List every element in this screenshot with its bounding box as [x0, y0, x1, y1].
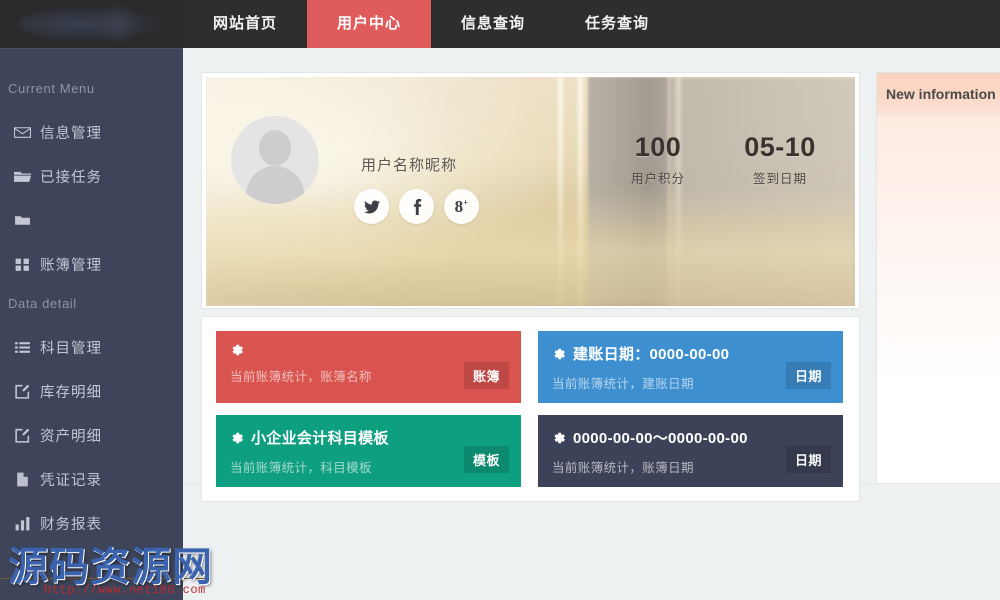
gear-icon — [230, 343, 244, 357]
nav-links: 网站首页 用户中心 信息查询 任务查询 — [183, 0, 679, 48]
stat-value: 100 — [617, 132, 699, 163]
stat-caption: 签到日期 — [739, 168, 821, 187]
tile-ledger-date-range[interactable]: 0000-00-00～0000-00-00 当前账簿统计，账簿日期 日期 — [538, 415, 843, 487]
sidebar-item-voucher-records[interactable]: 凭证记录 — [0, 457, 183, 501]
avatar-body-shape — [246, 166, 304, 204]
center-column: 用户名称昵称 8+ 100 用户积分 — [201, 72, 860, 502]
profile-hero-banner: 用户名称昵称 8+ 100 用户积分 — [206, 77, 855, 306]
sidebar-item-label: 科目管理 — [40, 337, 102, 358]
tile-ledger-name[interactable]: 当前账簿统计，账簿名称 账簿 — [216, 331, 521, 403]
nav-link-home[interactable]: 网站首页 — [183, 0, 307, 48]
page-root: 网站首页 用户中心 信息查询 任务查询 Current Menu 信息管理 已接… — [0, 0, 1000, 600]
profile-stats: 100 用户积分 05-10 签到日期 — [617, 132, 821, 187]
top-navigation-bar: 网站首页 用户中心 信息查询 任务查询 — [0, 0, 1000, 48]
gear-icon — [552, 347, 566, 361]
sidebar-item-label: 资产明细 — [40, 425, 102, 446]
nav-link-info-query[interactable]: 信息查询 — [431, 0, 555, 48]
nav-link-task-query[interactable]: 任务查询 — [555, 0, 679, 48]
tile-badge: 日期 — [786, 446, 831, 473]
sidebar-section-current-menu: Current Menu — [0, 71, 183, 110]
social-links: 8+ — [354, 189, 479, 224]
envelope-icon — [14, 124, 40, 141]
nav-link-user-center[interactable]: 用户中心 — [307, 0, 431, 48]
sidebar-item-label: 已接任务 — [40, 166, 102, 187]
sidebar-item-asset-detail[interactable]: 资产明细 — [0, 413, 183, 457]
sidebar-item-info-management[interactable]: 信息管理 — [0, 110, 183, 154]
sidebar-item-financial-report[interactable]: 财务报表 — [0, 501, 183, 545]
brand-glow-decoration-2 — [96, 2, 140, 46]
hero-foreground-haze — [206, 186, 855, 306]
sidebar-item-label: 凭证记录 — [40, 469, 102, 490]
sidebar-item-label: 库存明细 — [40, 381, 102, 402]
tile-badge: 模板 — [464, 446, 509, 473]
tile-title-row: 建账日期：0000-00-00 — [552, 343, 829, 364]
tile-subject-template[interactable]: 小企业会计科目模板 当前账簿统计，科目模板 模板 — [216, 415, 521, 487]
tile-title: 小企业会计科目模板 — [251, 427, 389, 448]
twitter-icon[interactable] — [354, 189, 389, 224]
brand-logo[interactable] — [0, 0, 183, 48]
gear-icon — [552, 431, 566, 445]
new-information-body — [877, 115, 1000, 483]
folder-open-icon — [14, 168, 40, 185]
edit-square-icon — [14, 383, 40, 400]
brand-glow-decoration — [18, 6, 168, 42]
sidebar-item-ledger-management[interactable]: 账簿管理 — [0, 242, 183, 286]
facebook-icon[interactable] — [399, 189, 434, 224]
sidebar-item-label: 信息管理 — [40, 122, 102, 143]
sidebar-section-data-detail: Data detail — [0, 286, 183, 325]
tile-title-row: 0000-00-00～0000-00-00 — [552, 427, 829, 448]
statistics-panel: 当前账簿统计，账簿名称 账簿 建账日期：0000-00-00 当前账簿统计，建账… — [201, 316, 860, 502]
profile-card: 用户名称昵称 8+ 100 用户积分 — [201, 72, 860, 309]
avatar-head-shape — [259, 130, 291, 166]
file-icon — [14, 471, 40, 488]
folder-icon — [14, 212, 40, 229]
tile-badge: 日期 — [786, 362, 831, 389]
sidebar-item-blank[interactable] — [0, 198, 183, 242]
grid-icon — [14, 256, 40, 273]
sidebar: Current Menu 信息管理 已接任务 账簿管理 Data d — [0, 48, 183, 600]
sidebar-item-label: 财务报表 — [40, 513, 102, 534]
stat-caption: 用户积分 — [617, 168, 699, 187]
tile-title: 0000-00-00～0000-00-00 — [573, 427, 748, 448]
new-information-title: New information — [877, 73, 1000, 115]
edit-square-icon — [14, 427, 40, 444]
sidebar-item-label: 账簿管理 — [40, 254, 102, 275]
avatar[interactable] — [231, 116, 319, 204]
tile-title-row: 小企业会计科目模板 — [230, 427, 507, 448]
sidebar-item-subject-management[interactable]: 科目管理 — [0, 325, 183, 369]
stat-signin-date: 05-10 签到日期 — [739, 132, 821, 187]
new-information-panel: New information — [876, 72, 1000, 484]
sidebar-item-accepted-tasks[interactable]: 已接任务 — [0, 154, 183, 198]
gear-icon — [230, 431, 244, 445]
tile-title: 建账日期：0000-00-00 — [573, 343, 729, 364]
stat-user-points: 100 用户积分 — [617, 132, 699, 187]
tile-account-creation-date[interactable]: 建账日期：0000-00-00 当前账簿统计，建账日期 日期 — [538, 331, 843, 403]
list-icon — [14, 339, 40, 356]
tile-badge: 账簿 — [464, 362, 509, 389]
chart-icon — [14, 515, 40, 532]
sidebar-item-inventory-detail[interactable]: 库存明细 — [0, 369, 183, 413]
stat-value: 05-10 — [739, 132, 821, 163]
google-plus-icon[interactable]: 8+ — [444, 189, 479, 224]
username-label: 用户名称昵称 — [361, 154, 457, 175]
tile-title-row — [230, 343, 507, 357]
statistics-tiles: 当前账簿统计，账簿名称 账簿 建账日期：0000-00-00 当前账簿统计，建账… — [216, 331, 845, 487]
